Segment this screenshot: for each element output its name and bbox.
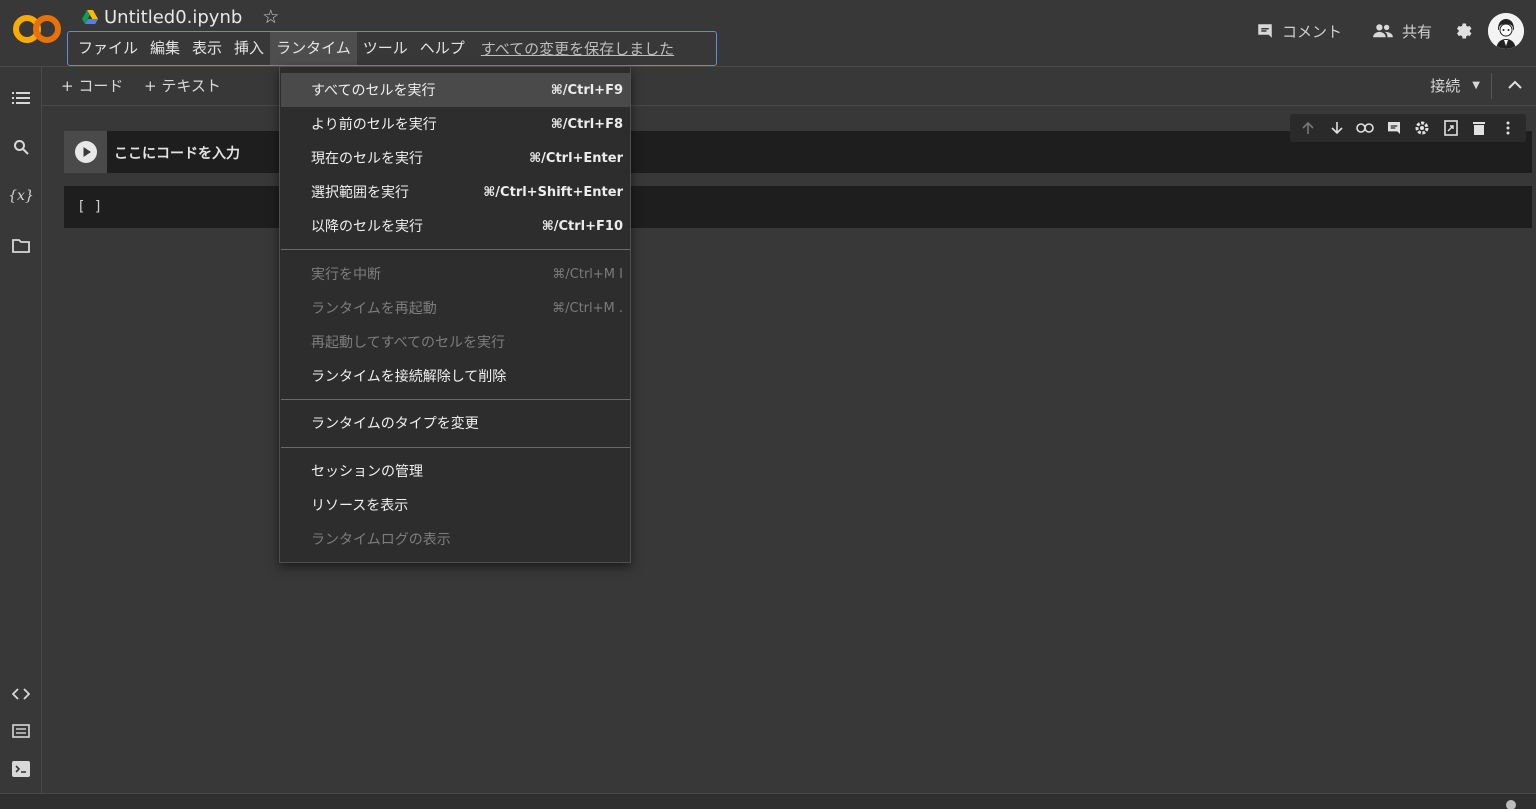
menu-item-shortcut: ⌘/Ctrl+M . xyxy=(552,300,623,316)
link-icon[interactable] xyxy=(1356,119,1375,137)
folder-icon[interactable] xyxy=(11,236,31,256)
menu-item-run-before[interactable]: より前のセルを実行 ⌘/Ctrl+F8 xyxy=(281,107,630,141)
delete-icon[interactable] xyxy=(1470,119,1488,137)
menu-item-change-runtime-type[interactable]: ランタイムのタイプを変更 xyxy=(281,406,630,440)
menu-item-shortcut: ⌘/Ctrl+F8 xyxy=(550,116,623,132)
move-up-icon[interactable] xyxy=(1299,119,1317,137)
settings-icon[interactable] xyxy=(1454,21,1474,41)
menu-item-run-current[interactable]: 現在のセルを実行 ⌘/Ctrl+Enter xyxy=(281,141,630,175)
menu-item-label: 現在のセルを実行 xyxy=(311,151,423,167)
menu-item-label: 再起動してすべてのセルを実行 xyxy=(311,335,506,351)
menu-item-run-after[interactable]: 以降のセルを実行 ⌘/Ctrl+F10 xyxy=(281,209,630,243)
add-text-button[interactable]: + テキスト xyxy=(144,75,221,96)
play-icon xyxy=(74,141,97,163)
notebook-title[interactable]: Untitled0.ipynb xyxy=(104,7,242,28)
cell-settings-icon[interactable] xyxy=(1413,119,1431,137)
menu-item-shortcut: ⌘/Ctrl+Enter xyxy=(529,150,623,166)
menu-item-label: ランタイムを接続解除して削除 xyxy=(311,369,507,385)
status-bar xyxy=(0,793,1536,809)
comment-label: コメント xyxy=(1281,22,1342,41)
header-actions: コメント 共有 xyxy=(1248,12,1524,50)
chevron-up-icon[interactable] xyxy=(1506,76,1524,94)
execution-count: [ ] xyxy=(77,199,103,215)
notebook-toolbar: + コード + テキスト 接続 ▼ xyxy=(42,67,1536,106)
menu-item-label: 以降のセルを実行 xyxy=(311,219,423,235)
menu-tools[interactable]: ツール xyxy=(357,32,414,65)
menu-item-label: リソースを表示 xyxy=(311,498,409,514)
connect-button[interactable]: 接続 ▼ xyxy=(1430,75,1480,96)
code-input-placeholder[interactable]: ここにコードを入力 xyxy=(114,143,240,163)
title-row: Untitled0.ipynb ☆ xyxy=(82,6,279,28)
code-snippets-icon[interactable] xyxy=(11,684,31,704)
run-cell-button[interactable] xyxy=(64,131,107,173)
left-sidebar: {x} xyxy=(0,67,42,793)
status-indicator-icon[interactable] xyxy=(1506,800,1516,809)
menu-help[interactable]: ヘルプ xyxy=(414,32,471,65)
share-button[interactable]: 共有 xyxy=(1364,21,1440,42)
menu-item-disconnect-delete[interactable]: ランタイムを接続解除して削除 xyxy=(281,359,630,393)
share-label: 共有 xyxy=(1401,22,1432,41)
menu-item-label: セッションの管理 xyxy=(311,464,423,480)
menu-item-shortcut: ⌘/Ctrl+F9 xyxy=(550,82,623,98)
menu-item-label: ランタイムのタイプを変更 xyxy=(311,416,479,432)
menu-item-restart-run-all: 再起動してすべてのセルを実行 xyxy=(281,325,630,359)
menu-item-run-selection[interactable]: 選択範囲を実行 ⌘/Ctrl+Shift+Enter xyxy=(281,175,630,209)
comment-button[interactable]: コメント xyxy=(1248,21,1350,42)
save-status-link[interactable]: すべての変更を保存しました xyxy=(481,38,674,59)
menu-item-label: 選択範囲を実行 xyxy=(311,185,409,201)
people-icon xyxy=(1373,24,1393,38)
avatar[interactable] xyxy=(1488,13,1524,49)
menu-item-view-runtime-logs: ランタイムログの表示 xyxy=(281,522,630,556)
menu-separator xyxy=(281,249,630,250)
menu-bar: ファイル 編集 表示 挿入 ランタイム ツール ヘルプ すべての変更を保存しまし… xyxy=(67,31,717,66)
colab-logo-icon[interactable] xyxy=(12,12,62,46)
terminal-icon[interactable] xyxy=(11,759,31,779)
add-code-button[interactable]: + コード xyxy=(61,75,123,96)
google-drive-icon xyxy=(82,10,98,24)
variables-icon[interactable]: {x} xyxy=(8,186,34,206)
menu-item-restart: ランタイムを再起動 ⌘/Ctrl+M . xyxy=(281,291,630,325)
menu-item-shortcut: ⌘/Ctrl+M I xyxy=(552,266,623,282)
menu-item-shortcut: ⌘/Ctrl+F10 xyxy=(541,218,623,234)
menu-edit[interactable]: 編集 xyxy=(144,32,186,65)
caret-down-icon[interactable]: ▼ xyxy=(1472,80,1480,91)
menu-separator xyxy=(281,399,630,400)
runtime-dropdown-menu: すべてのセルを実行 ⌘/Ctrl+F9 より前のセルを実行 ⌘/Ctrl+F8 … xyxy=(279,66,631,563)
menu-item-label: ランタイムログの表示 xyxy=(311,532,451,548)
menu-item-interrupt: 実行を中断 ⌘/Ctrl+M I xyxy=(281,257,630,291)
comment-icon[interactable] xyxy=(1385,119,1403,137)
connect-label: 接続 xyxy=(1430,77,1461,95)
menu-item-label: より前のセルを実行 xyxy=(311,117,437,133)
search-icon[interactable] xyxy=(11,137,31,157)
menu-item-label: 実行を中断 xyxy=(311,267,381,283)
command-palette-icon[interactable] xyxy=(11,721,31,741)
menu-item-run-all[interactable]: すべてのセルを実行 ⌘/Ctrl+F9 xyxy=(281,73,630,107)
menu-separator xyxy=(281,447,630,448)
menu-item-shortcut: ⌘/Ctrl+Shift+Enter xyxy=(483,184,623,200)
cell-toolbar xyxy=(1290,114,1526,142)
more-icon[interactable] xyxy=(1499,119,1517,137)
menu-item-label: ランタイムを再起動 xyxy=(311,301,437,317)
app-header: Untitled0.ipynb ☆ ファイル 編集 表示 挿入 ランタイム ツー… xyxy=(0,0,1536,67)
comment-icon xyxy=(1258,24,1272,38)
menu-runtime[interactable]: ランタイム xyxy=(270,32,357,65)
star-icon[interactable]: ☆ xyxy=(262,6,279,28)
menu-file[interactable]: ファイル xyxy=(72,32,144,65)
menu-item-view-resources[interactable]: リソースを表示 xyxy=(281,488,630,522)
toc-icon[interactable] xyxy=(11,88,31,108)
mirror-cell-icon[interactable] xyxy=(1442,119,1460,137)
toolbar-divider xyxy=(1491,73,1492,99)
move-down-icon[interactable] xyxy=(1328,119,1346,137)
menu-item-label: すべてのセルを実行 xyxy=(311,83,436,99)
menu-insert[interactable]: 挿入 xyxy=(228,32,270,65)
user-avatar-icon xyxy=(1488,13,1524,49)
menu-item-manage-sessions[interactable]: セッションの管理 xyxy=(281,454,630,488)
menu-view[interactable]: 表示 xyxy=(186,32,228,65)
